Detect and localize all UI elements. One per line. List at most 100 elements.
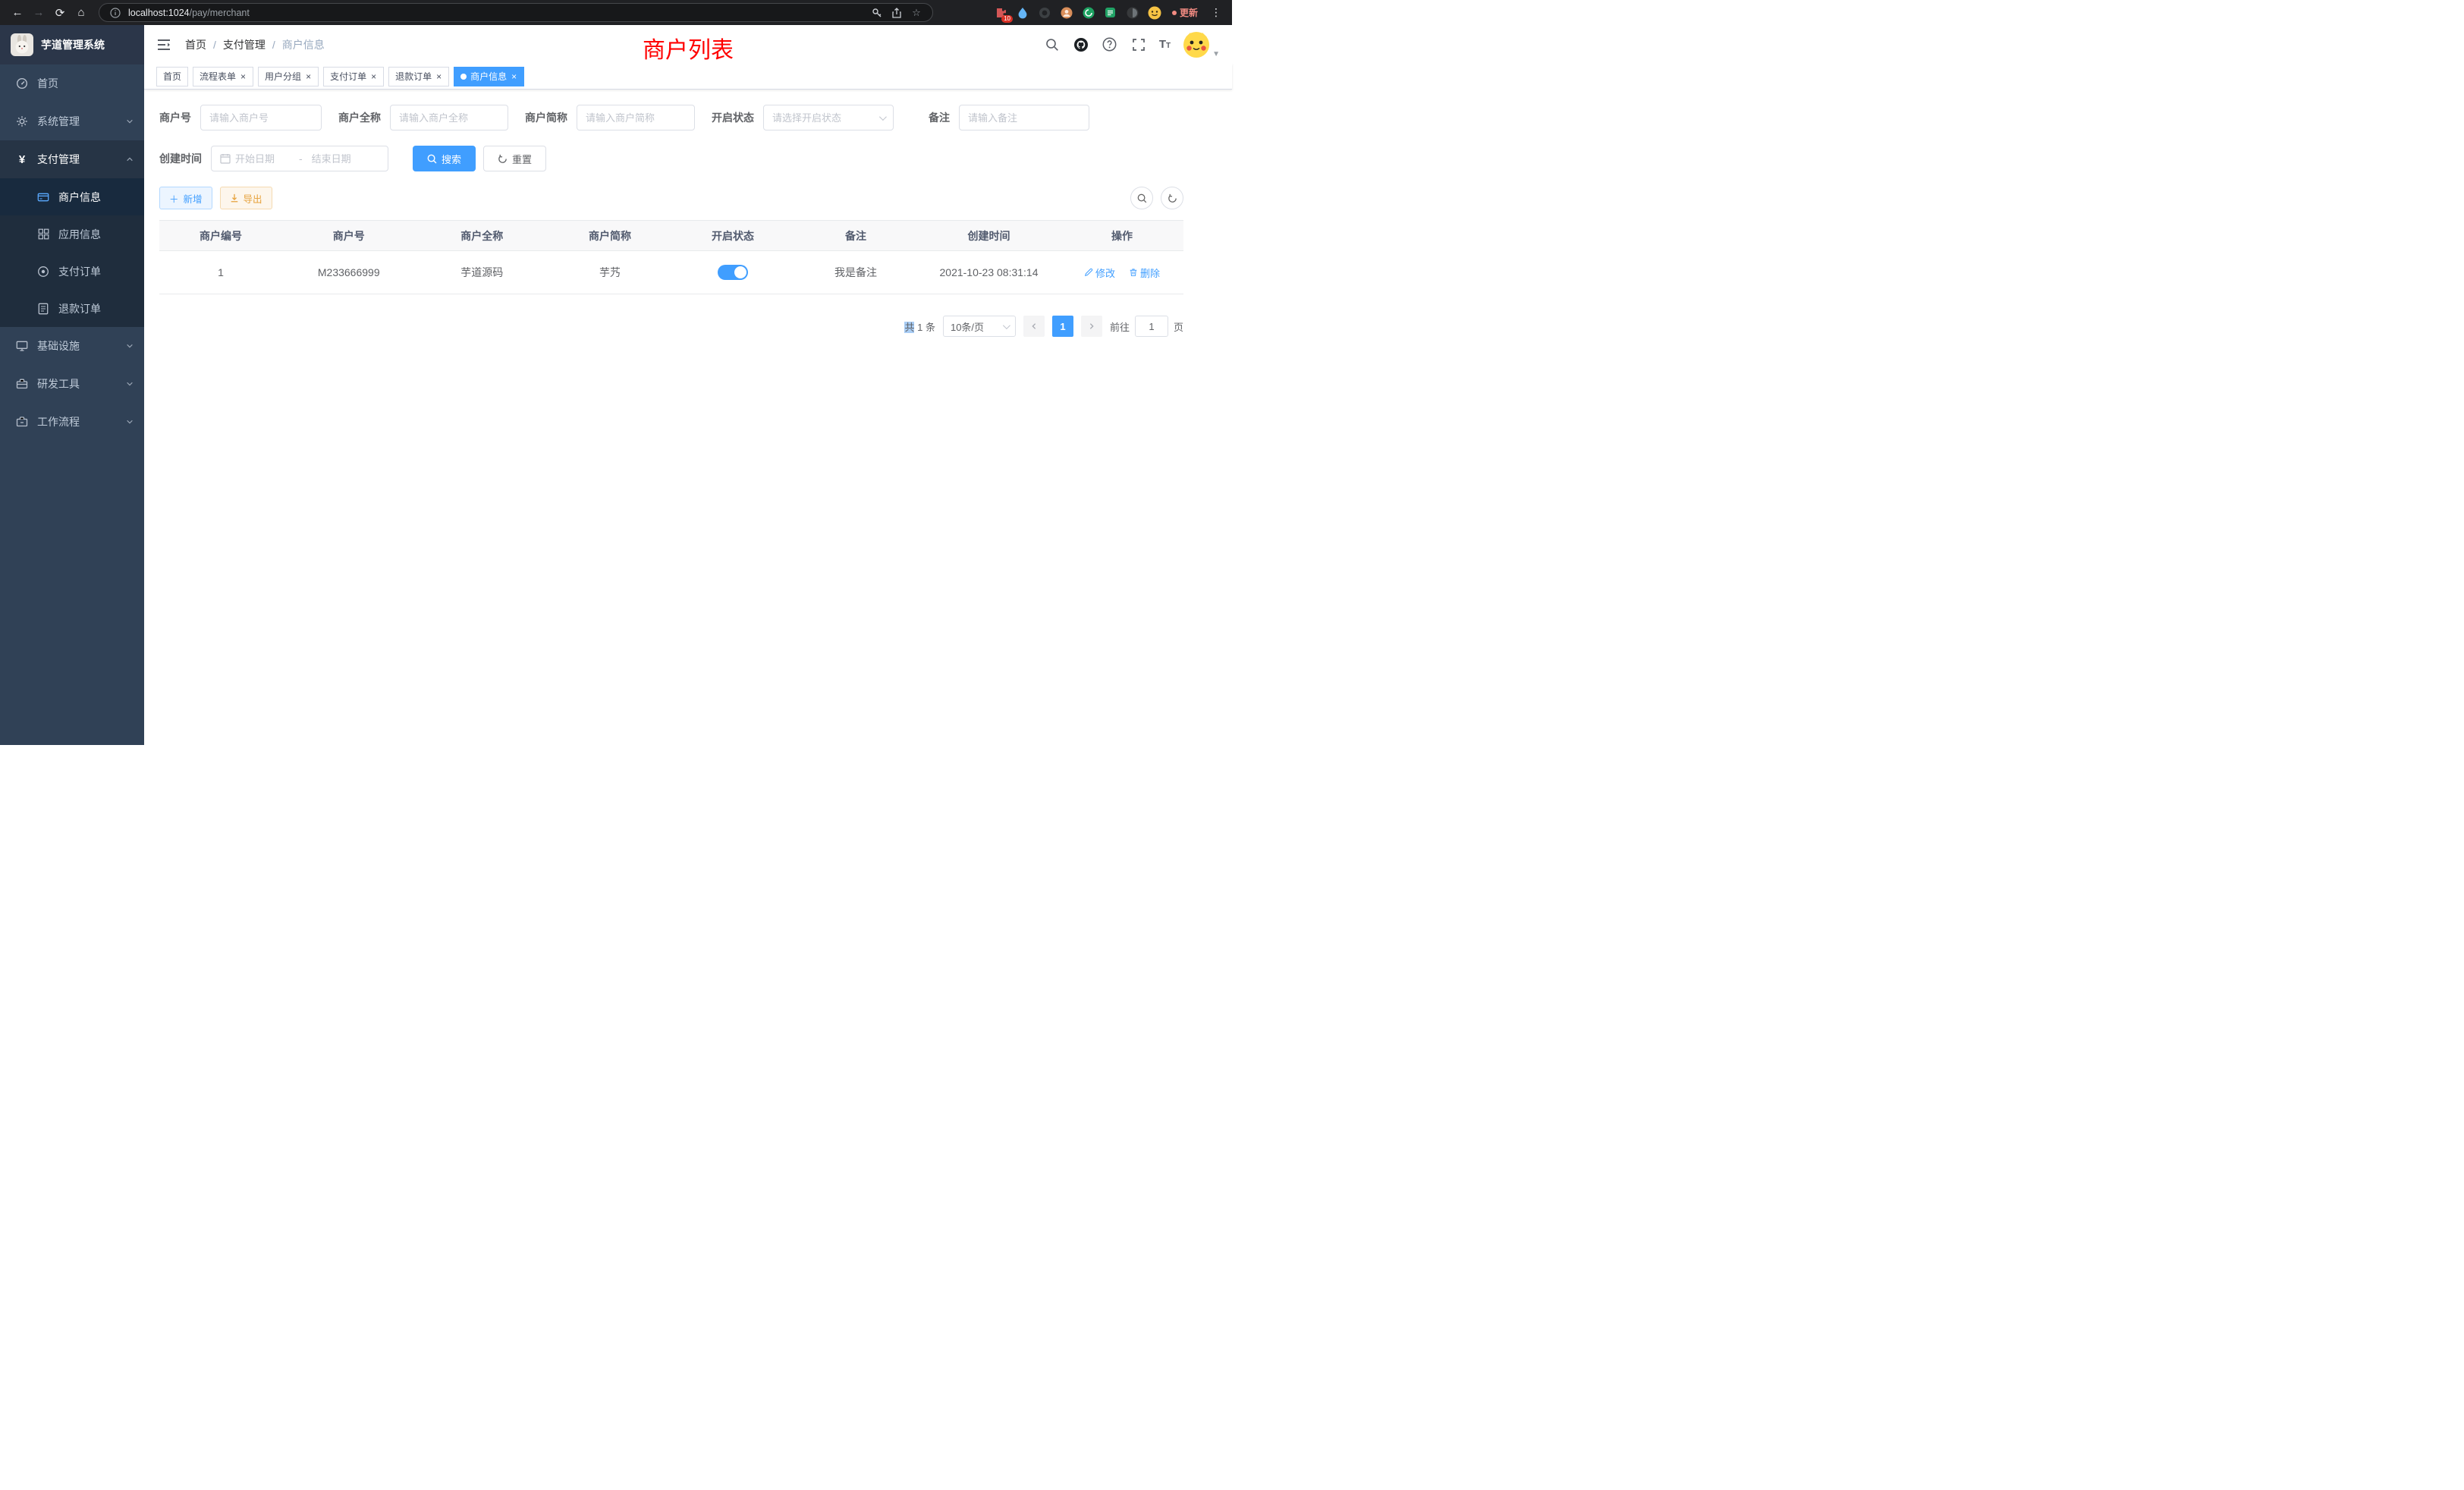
date-range-picker[interactable]: - <box>211 146 388 171</box>
full-name-input[interactable] <box>390 105 508 130</box>
drop-extension-icon[interactable] <box>1015 5 1030 20</box>
sidebar-logo[interactable]: 芋道管理系统 <box>0 25 144 64</box>
tag-process-form[interactable]: 流程表单× <box>193 67 253 86</box>
dark-circle-extension-icon[interactable] <box>1037 5 1052 20</box>
pagination-goto: 前往 页 <box>1110 316 1183 337</box>
user-avatar[interactable]: ▼ <box>1183 31 1220 58</box>
goto-label: 前往 <box>1110 319 1130 334</box>
help-icon[interactable] <box>1102 36 1118 53</box>
pagination-total: 共 1 条 <box>904 319 935 334</box>
info-icon[interactable] <box>108 6 122 20</box>
key-icon[interactable] <box>870 6 884 20</box>
smiley-avatar-icon[interactable] <box>1147 5 1162 20</box>
table-toolbar: ＋ 新增 导出 <box>159 187 1183 209</box>
remark-input[interactable] <box>959 105 1089 130</box>
next-page-button[interactable] <box>1081 316 1102 337</box>
export-button[interactable]: 导出 <box>220 187 272 209</box>
refresh-icon[interactable] <box>1161 187 1183 209</box>
breadcrumb-home[interactable]: 首页 <box>185 37 206 52</box>
cell-full-name: 芋道源码 <box>416 251 549 294</box>
address-bar[interactable]: localhost:1024/pay/merchant ☆ <box>99 3 933 22</box>
breadcrumb-pay[interactable]: 支付管理 <box>223 37 266 52</box>
pinwheel-extension-icon[interactable] <box>1125 5 1140 20</box>
close-icon[interactable]: × <box>370 72 377 81</box>
close-icon[interactable]: × <box>511 72 517 81</box>
avatar-extension-icon[interactable] <box>1059 5 1074 20</box>
prev-page-button[interactable] <box>1023 316 1045 337</box>
pay-submenu: 商户信息 应用信息 支付订单 <box>0 178 144 327</box>
search-icon[interactable] <box>1044 36 1061 53</box>
sidebar-item-merchant-info[interactable]: 商户信息 <box>0 178 144 215</box>
full-name-input-field[interactable] <box>399 112 499 124</box>
field-label: 商户简称 <box>525 110 577 125</box>
yen-icon: ¥ <box>15 153 29 166</box>
extensions-puzzle-icon[interactable]: 10 <box>993 5 1008 20</box>
start-date-field[interactable] <box>235 153 290 165</box>
sidebar-toggle-icon[interactable] <box>156 36 173 53</box>
tag-label: 商户信息 <box>470 70 507 83</box>
green-circle-extension-icon[interactable] <box>1081 5 1096 20</box>
sidebar-item-refund-order[interactable]: 退款订单 <box>0 290 144 327</box>
pagination: 共 1 条 10条/页 1 前往 页 <box>159 316 1183 337</box>
sidebar-item-infra[interactable]: 基础设施 <box>0 327 144 365</box>
share-icon[interactable] <box>890 6 904 20</box>
page-1-button[interactable]: 1 <box>1052 316 1073 337</box>
forward-icon[interactable]: → <box>29 3 49 23</box>
plus-icon: ＋ <box>169 191 179 206</box>
back-icon[interactable]: ← <box>8 3 27 23</box>
reset-button[interactable]: 重置 <box>483 146 546 171</box>
browser-menu-icon[interactable]: ⋮ <box>1208 6 1224 19</box>
sidebar-item-home[interactable]: 首页 <box>0 64 144 102</box>
home-icon[interactable]: ⌂ <box>71 3 91 23</box>
browser-update-button[interactable]: 更新 <box>1172 6 1198 19</box>
remark-input-field[interactable] <box>968 112 1080 124</box>
status-select-field[interactable] <box>772 112 875 124</box>
merchant-table: 商户编号 商户号 商户全称 商户简称 开启状态 备注 创建时间 操作 1 M23… <box>159 220 1183 294</box>
sidebar-item-pay[interactable]: ¥ 支付管理 <box>0 140 144 178</box>
tag-refund-order[interactable]: 退款订单× <box>388 67 449 86</box>
github-icon[interactable] <box>1073 36 1089 53</box>
delete-link[interactable]: 删除 <box>1129 266 1160 280</box>
search-button[interactable]: 搜索 <box>413 146 476 171</box>
browser-chrome: ← → ⟳ ⌂ localhost:1024/pay/merchant ☆ 10 <box>0 0 1232 25</box>
range-separator: - <box>294 152 307 165</box>
fullscreen-icon[interactable] <box>1130 36 1147 53</box>
sidebar-item-label: 基础设施 <box>37 338 118 354</box>
edit-link[interactable]: 修改 <box>1084 266 1115 280</box>
merchant-no-input-field[interactable] <box>209 112 313 124</box>
goto-page-input[interactable] <box>1135 316 1168 337</box>
reload-icon[interactable]: ⟳ <box>50 3 70 23</box>
merchant-no-input[interactable] <box>200 105 322 130</box>
filter-status: 开启状态 <box>712 105 894 130</box>
sidebar-item-label: 支付管理 <box>37 152 118 167</box>
breadcrumb-separator: / <box>213 39 216 51</box>
notes-extension-icon[interactable] <box>1103 5 1118 20</box>
sidebar-item-app-info[interactable]: 应用信息 <box>0 215 144 253</box>
toggle-search-icon[interactable] <box>1130 187 1153 209</box>
tag-user-group[interactable]: 用户分组× <box>258 67 319 86</box>
filter-remark: 备注 <box>929 105 1089 130</box>
sidebar-item-workflow[interactable]: 工作流程 <box>0 403 144 441</box>
url-text[interactable]: localhost:1024/pay/merchant <box>128 8 864 18</box>
add-button[interactable]: ＋ 新增 <box>159 187 212 209</box>
status-toggle[interactable] <box>718 265 748 280</box>
status-select[interactable] <box>763 105 894 130</box>
short-name-input-field[interactable] <box>586 112 686 124</box>
end-date-field[interactable] <box>312 153 366 165</box>
sidebar-item-pay-order[interactable]: 支付订单 <box>0 253 144 290</box>
close-icon[interactable]: × <box>240 72 247 81</box>
bookmark-star-icon[interactable]: ☆ <box>910 6 923 20</box>
font-size-icon[interactable]: TT <box>1159 38 1171 51</box>
tag-pay-order[interactable]: 支付订单× <box>323 67 384 86</box>
short-name-input[interactable] <box>577 105 695 130</box>
close-icon[interactable]: × <box>435 72 442 81</box>
sidebar-item-system[interactable]: 系统管理 <box>0 102 144 140</box>
sidebar-item-dev-tools[interactable]: 研发工具 <box>0 365 144 403</box>
total-prefix: 共 <box>904 322 914 333</box>
page-size-select[interactable]: 10条/页 <box>943 316 1016 337</box>
cell-create-time: 2021-10-23 08:31:14 <box>917 251 1061 294</box>
close-icon[interactable]: × <box>305 72 312 81</box>
tag-home[interactable]: 首页 <box>156 67 188 86</box>
calendar-icon <box>220 153 231 164</box>
tag-merchant-info[interactable]: 商户信息 × <box>454 67 524 86</box>
